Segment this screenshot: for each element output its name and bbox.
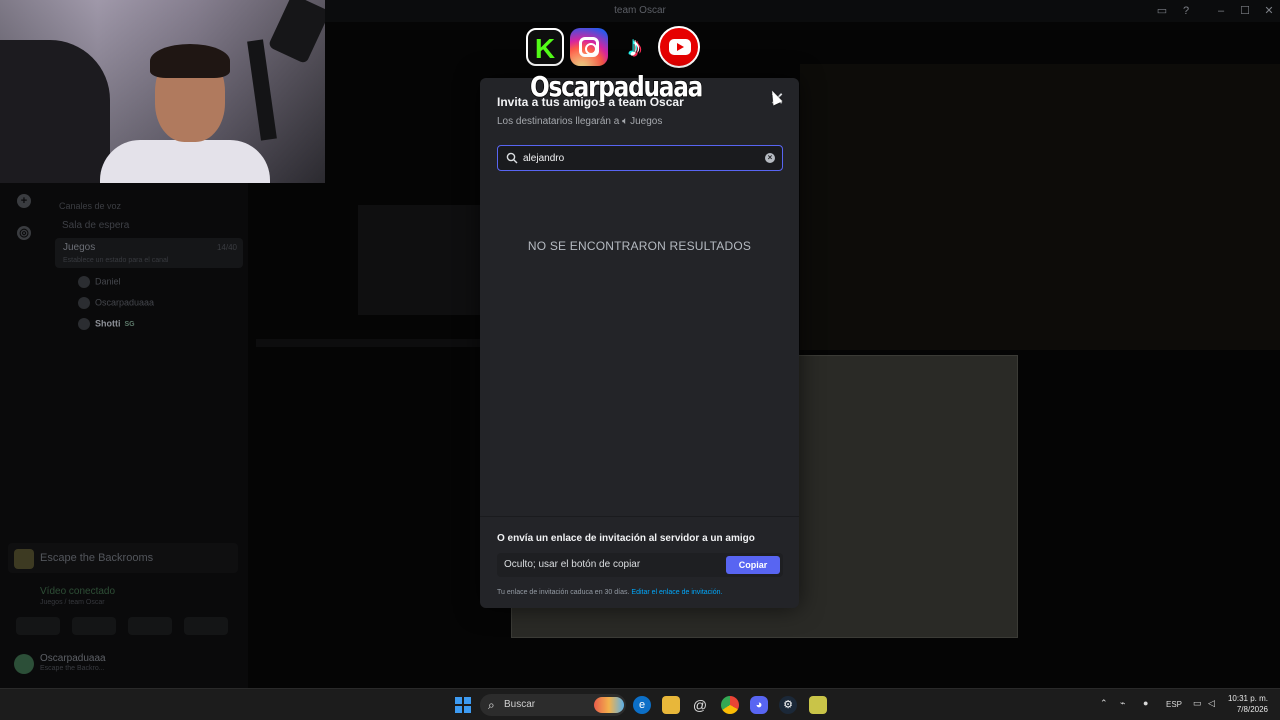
activity-title: Escape the Backrooms — [40, 552, 154, 564]
language-indicator[interactable]: ESP — [1166, 700, 1182, 709]
no-results-message: NO SE ENCONTRARON RESULTADOS — [527, 239, 752, 253]
stream-preview — [358, 205, 480, 315]
inbox-icon[interactable]: ▭ — [1155, 4, 1169, 18]
avatar — [78, 318, 90, 330]
taskbar-clock[interactable]: 10:31 p. m. 7/8/2026 — [1226, 693, 1268, 715]
voice-status-title[interactable]: Vídeo conectado — [40, 586, 115, 597]
help-icon[interactable]: ? — [1179, 4, 1193, 18]
instagram-icon — [570, 28, 608, 66]
edit-invite-link[interactable]: Editar el enlace de invitación. — [631, 589, 722, 596]
invite-expiry-note: Tu enlace de invitación caduca en 30 día… — [497, 589, 722, 596]
minimize-button[interactable]: – — [1214, 4, 1228, 18]
channel-status-hint[interactable]: Establece un estado para el canal — [63, 257, 243, 264]
discover-icon[interactable]: ◎ — [17, 226, 31, 240]
search-icon: ⌕ — [488, 698, 495, 712]
maximize-button[interactable]: ☐ — [1238, 4, 1252, 18]
user-status: Escape the Backro... — [40, 665, 105, 672]
avatar — [78, 276, 90, 288]
modal-subtitle: Los destinatarios llegarán a 🔈︎ Juegos — [497, 116, 662, 127]
volume-icon[interactable]: ◁ — [1208, 698, 1215, 709]
steam-icon[interactable]: ⚙ — [779, 696, 797, 714]
friend-search-box[interactable]: × — [497, 145, 783, 171]
member-badge: SG — [124, 321, 135, 329]
webcam-overlay — [0, 0, 325, 183]
avatar[interactable] — [14, 654, 34, 674]
edge-icon[interactable]: e — [633, 696, 651, 714]
channel-juegos-label: Juegos — [63, 242, 96, 253]
kick-icon: K — [526, 28, 564, 66]
voice-connection-panel: Vídeo conectado Juegos / team Oscar — [8, 580, 238, 650]
voice-channels-header[interactable]: Canales de voz — [59, 201, 121, 211]
channel-user-count: 14/40 — [216, 243, 237, 252]
file-explorer-icon[interactable] — [662, 696, 680, 714]
webcam-person-hair — [150, 44, 230, 78]
search-icon — [506, 152, 518, 164]
windows-taskbar: ⌕ Buscar e @ ◕ ⚙ ⌃ ⌁ ● ESP ▭ ◁ 10:31 p. … — [0, 688, 1280, 720]
clock-date: 7/8/2026 — [1236, 705, 1268, 714]
youtube-icon — [658, 26, 700, 68]
webcam-shadow — [0, 40, 110, 183]
voice-member[interactable]: Shotti SG — [78, 318, 135, 330]
member-name: Oscarpaduaaa — [95, 297, 155, 308]
user-name: Oscarpaduaaa — [40, 653, 106, 664]
invite-friends-modal: Invita a tus amigos a team Oscar Los des… — [480, 78, 799, 608]
window-close-button[interactable]: ✕ — [1262, 4, 1276, 18]
invite-link-text: Oculto; usar el botón de copiar — [504, 559, 641, 570]
video-tile — [800, 64, 1280, 350]
friend-search-input[interactable] — [523, 150, 758, 166]
clock-time: 10:31 p. m. — [1227, 694, 1268, 703]
speaker-icon: 🔈︎ — [622, 116, 629, 127]
search-highlight-icon — [594, 697, 624, 713]
subtitle-channel: Juegos — [630, 116, 663, 127]
social-icons-overlay: K ♪ — [526, 26, 706, 68]
member-name: Shotti — [95, 318, 121, 329]
invite-link-section: O envía un enlace de invitación al servi… — [480, 516, 799, 608]
add-server-icon[interactable]: + — [17, 194, 31, 208]
invite-link-field[interactable]: Oculto; usar el botón de copiar Copiar — [497, 553, 783, 577]
game-app-icon[interactable] — [809, 696, 827, 714]
camera-button[interactable] — [16, 617, 60, 635]
screen-share-button[interactable] — [72, 617, 116, 635]
display-icon[interactable]: ▭ — [1193, 698, 1202, 709]
discord-icon[interactable]: ◕ — [750, 696, 768, 714]
webcam-person-shirt — [100, 140, 270, 183]
expiry-text: Tu enlace de invitación caduca en 30 día… — [497, 589, 630, 596]
copy-button[interactable]: Copiar — [726, 556, 780, 574]
activity-card[interactable]: Escape the Backrooms — [8, 543, 238, 573]
channel-sala-de-espera[interactable]: Sala de espera — [62, 220, 129, 231]
microphone-icon[interactable]: ● — [1143, 698, 1148, 708]
clear-search-icon[interactable]: × — [765, 153, 775, 163]
tray-overflow-icon[interactable]: ⌃ — [1100, 698, 1108, 709]
member-name: Daniel — [95, 276, 121, 287]
avatar — [78, 297, 90, 309]
tiktok-icon: ♪ — [628, 31, 642, 62]
network-off-icon[interactable]: ⌁ — [1120, 698, 1125, 709]
invite-link-title: O envía un enlace de invitación al servi… — [497, 533, 755, 544]
activities-button[interactable] — [128, 617, 172, 635]
voice-status-subtitle[interactable]: Juegos / team Oscar — [40, 599, 105, 606]
taskbar-search-label: Buscar — [504, 699, 536, 710]
subtitle-prefix: Los destinatarios llegarán a — [497, 116, 620, 127]
chrome-icon[interactable] — [721, 696, 739, 714]
windows-start-icon[interactable] — [455, 697, 471, 713]
server-rail: + ◎ — [0, 183, 48, 543]
voice-member[interactable]: Oscarpaduaaa — [78, 297, 154, 309]
streamer-handle: Oscarpaduaaa — [529, 69, 704, 104]
game-icon — [14, 549, 34, 569]
voice-member[interactable]: Daniel — [78, 276, 121, 288]
user-panel: Oscarpaduaaa Escape the Backro... — [8, 650, 238, 680]
channel-juegos[interactable]: Juegos Establece un estado para el canal… — [55, 238, 243, 268]
threads-icon[interactable]: @ — [691, 696, 709, 714]
stream-toolbar — [256, 339, 480, 347]
soundboard-button[interactable] — [184, 617, 228, 635]
taskbar-search[interactable]: ⌕ Buscar — [480, 694, 626, 716]
